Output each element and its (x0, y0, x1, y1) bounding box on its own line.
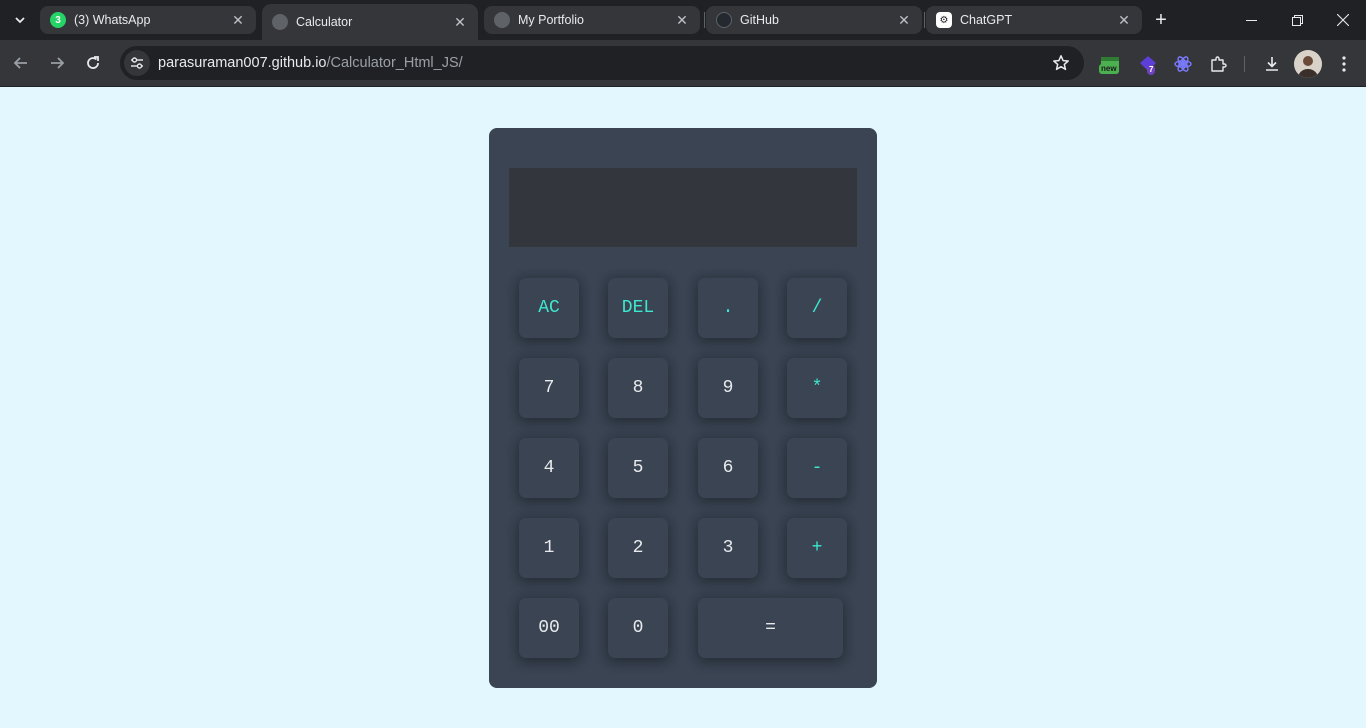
calculator-display (509, 168, 857, 247)
tune-icon (131, 57, 143, 69)
tab-chatgpt[interactable]: ⚙ ChatGPT ✕ (926, 6, 1142, 34)
avatar-icon (1294, 50, 1322, 78)
close-window-icon (1337, 14, 1349, 26)
download-icon (1266, 57, 1278, 71)
profile-avatar[interactable] (1294, 50, 1322, 78)
whatsapp-unread-count: 3 (55, 14, 61, 26)
chevron-down-icon (15, 17, 25, 24)
url-host: parasuraman007.github.io (158, 55, 327, 71)
close-icon[interactable]: ✕ (674, 12, 690, 28)
tab-title: GitHub (740, 13, 779, 27)
menu-button[interactable] (1331, 51, 1357, 77)
toolbar-separator (1244, 56, 1245, 72)
tab-portfolio[interactable]: My Portfolio ✕ (484, 6, 700, 34)
browser-toolbar: parasuraman007.github.io/Calculator_Html… (0, 40, 1366, 87)
key-equals[interactable]: = (698, 598, 843, 658)
tab-separator (704, 12, 705, 28)
more-vert-icon (1342, 56, 1346, 72)
forward-button[interactable] (42, 48, 72, 78)
key-2[interactable]: 2 (608, 518, 668, 578)
key-7[interactable]: 7 (519, 358, 579, 418)
tab-whatsapp[interactable]: 3 (3) WhatsApp ✕ (40, 6, 256, 34)
key-3[interactable]: 3 (698, 518, 758, 578)
bookmark-star-icon[interactable] (1052, 54, 1070, 72)
plus-icon: + (1155, 8, 1167, 31)
new-tab-button[interactable]: + (1148, 8, 1174, 32)
calculator: AC DEL . / 7 8 9 * 4 5 6 - 1 2 3 + 00 0 … (489, 128, 877, 688)
close-icon[interactable]: ✕ (1116, 12, 1132, 28)
arrow-left-icon (13, 57, 27, 69)
key-9[interactable]: 9 (698, 358, 758, 418)
minimize-icon (1245, 19, 1257, 21)
extension-badge: new (1099, 64, 1119, 74)
tab-github[interactable]: GitHub ✕ (706, 6, 922, 34)
chatgpt-icon: ⚙ (936, 12, 952, 28)
arrow-right-icon (51, 57, 65, 69)
reload-icon (87, 56, 99, 69)
url-path: /Calculator_Html_JS/ (326, 55, 463, 71)
extension-react[interactable] (1170, 51, 1196, 77)
extension-calendar[interactable]: new (1097, 51, 1123, 77)
minimize-button[interactable] (1228, 0, 1274, 40)
globe-icon (494, 12, 510, 28)
key-decimal-point[interactable]: . (698, 278, 758, 338)
tab-title: (3) WhatsApp (74, 13, 151, 27)
window-close-button[interactable] (1320, 0, 1366, 40)
key-all-clear[interactable]: AC (519, 278, 579, 338)
tab-title: Calculator (296, 15, 353, 29)
tab-search-button[interactable] (8, 8, 32, 32)
tab-strip: 3 (3) WhatsApp ✕ Calculator ✕ My Portfol… (0, 0, 1366, 40)
site-info-button[interactable] (124, 50, 150, 76)
key-divide[interactable]: / (787, 278, 847, 338)
github-icon (716, 12, 732, 28)
key-5[interactable]: 5 (608, 438, 668, 498)
key-minus[interactable]: - (787, 438, 847, 498)
downloads-button[interactable] (1259, 51, 1285, 77)
tab-separator (924, 12, 925, 28)
close-icon[interactable]: ✕ (896, 12, 912, 28)
key-multiply[interactable]: * (787, 358, 847, 418)
key-delete[interactable]: DEL (608, 278, 668, 338)
key-double-zero[interactable]: 00 (519, 598, 579, 658)
key-plus[interactable]: + (787, 518, 847, 578)
key-6[interactable]: 6 (698, 438, 758, 498)
globe-icon (272, 14, 288, 30)
tab-title: ChatGPT (960, 13, 1013, 27)
extensions-button[interactable] (1205, 51, 1231, 77)
restore-button[interactable] (1274, 0, 1320, 40)
atom-icon (1174, 56, 1192, 72)
key-1[interactable]: 1 (519, 518, 579, 578)
close-icon[interactable]: ✕ (230, 12, 246, 28)
key-4[interactable]: 4 (519, 438, 579, 498)
extension-gem[interactable]: 7 (1135, 51, 1161, 77)
puzzle-icon (1211, 56, 1227, 72)
tab-calculator[interactable]: Calculator ✕ (262, 4, 478, 40)
key-8[interactable]: 8 (608, 358, 668, 418)
close-icon[interactable]: ✕ (452, 14, 468, 30)
tab-title: My Portfolio (518, 13, 584, 27)
back-button[interactable] (6, 48, 36, 78)
key-0[interactable]: 0 (608, 598, 668, 658)
reload-button[interactable] (78, 48, 108, 78)
url-text: parasuraman007.github.io/Calculator_Html… (158, 55, 463, 71)
address-bar[interactable]: parasuraman007.github.io/Calculator_Html… (120, 46, 1084, 80)
whatsapp-icon: 3 (50, 12, 66, 28)
restore-icon (1291, 14, 1303, 26)
